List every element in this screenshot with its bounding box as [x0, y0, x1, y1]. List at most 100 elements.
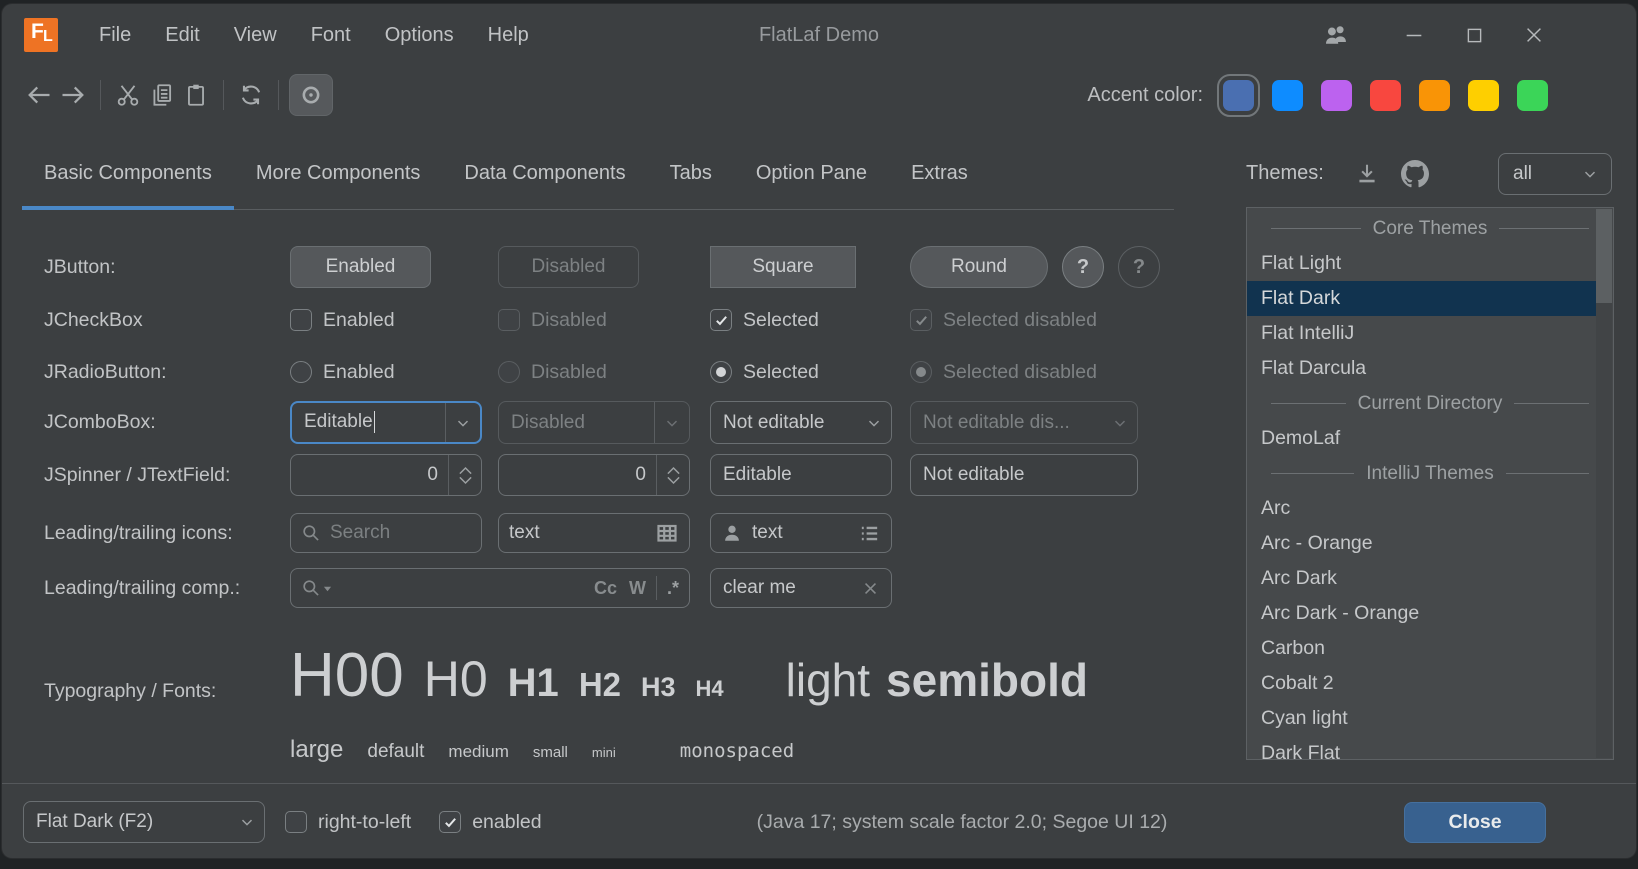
checkbox-selected[interactable]: Selected	[710, 303, 819, 337]
app-window: FL File Edit View Font Options Help Flat…	[2, 4, 1636, 858]
search-with-options-field[interactable]: Cc W .*	[290, 568, 690, 608]
themes-list[interactable]: Core Themes Flat Light Flat Dark Flat In…	[1246, 207, 1614, 760]
refresh-icon[interactable]	[234, 78, 268, 112]
tab-basic-components[interactable]: Basic Components	[22, 138, 234, 209]
github-icon[interactable]	[1398, 157, 1432, 191]
disabled-combobox: Disabled	[498, 401, 690, 444]
accent-swatch-blue[interactable]	[1272, 80, 1303, 111]
accent-swatch-red[interactable]	[1370, 80, 1401, 111]
list-icon[interactable]	[858, 522, 881, 545]
theme-cobalt-2[interactable]: Cobalt 2	[1247, 666, 1613, 701]
editable-combobox[interactable]: Editable	[290, 401, 482, 444]
not-editable-combobox[interactable]: Not editable	[710, 401, 892, 444]
theme-dark-flat[interactable]: Dark Flat	[1247, 736, 1613, 760]
accent-swatch-default[interactable]	[1223, 80, 1254, 111]
menu-help[interactable]: Help	[471, 4, 546, 66]
chevron-down-icon[interactable]	[857, 414, 891, 432]
users-icon[interactable]	[1306, 4, 1366, 66]
toolbar-separator	[223, 80, 224, 110]
back-icon[interactable]	[22, 78, 56, 112]
search-dropdown-icon[interactable]	[301, 578, 332, 598]
theme-demolaf[interactable]: DemoLaf	[1247, 421, 1613, 456]
laf-combobox[interactable]: Flat Dark (F2)	[23, 801, 265, 843]
help-button[interactable]: ?	[1062, 246, 1104, 288]
theme-flat-darcula[interactable]: Flat Darcula	[1247, 351, 1613, 386]
spinner-1[interactable]: 0	[290, 454, 482, 496]
menu-view[interactable]: View	[217, 4, 294, 66]
minimize-button[interactable]	[1384, 4, 1444, 66]
themes-scrollbar[interactable]	[1596, 209, 1612, 758]
theme-flat-light[interactable]: Flat Light	[1247, 246, 1613, 281]
maximize-button[interactable]	[1444, 4, 1504, 66]
editable-textfield[interactable]: Editable	[710, 454, 892, 496]
user-icon	[721, 522, 743, 544]
theme-arc-dark[interactable]: Arc Dark	[1247, 561, 1613, 596]
tab-extras[interactable]: Extras	[889, 138, 990, 209]
size-small: small	[533, 744, 568, 761]
close-window-button[interactable]	[1504, 4, 1564, 66]
not-editable-textfield[interactable]: Not editable	[910, 454, 1138, 496]
close-button[interactable]: Close	[1404, 802, 1546, 843]
checkbox-enabled[interactable]: Enabled	[290, 303, 395, 337]
spinner-2[interactable]: 0	[498, 454, 690, 496]
tab-option-pane[interactable]: Option Pane	[734, 138, 889, 209]
themes-filter-combobox[interactable]: all	[1498, 153, 1612, 195]
theme-arc-dark-orange[interactable]: Arc Dark - Orange	[1247, 596, 1613, 631]
search-field[interactable]: Search	[290, 513, 482, 553]
square-button[interactable]: Square	[710, 246, 856, 288]
enabled-checkbox[interactable]: enabled	[439, 811, 541, 834]
accent-swatch-purple[interactable]	[1321, 80, 1352, 111]
tab-data-components[interactable]: Data Components	[442, 138, 647, 209]
search-icon	[301, 523, 321, 543]
theme-flat-intellij[interactable]: Flat IntelliJ	[1247, 316, 1613, 351]
enabled-button[interactable]: Enabled	[290, 246, 431, 288]
menu-file[interactable]: File	[82, 4, 148, 66]
size-mini: mini	[592, 745, 616, 760]
theme-cyan-light[interactable]: Cyan light	[1247, 701, 1613, 736]
regex-button[interactable]: .*	[667, 578, 679, 599]
clearable-textfield[interactable]: clear me	[710, 568, 892, 608]
tab-tabs[interactable]: Tabs	[648, 138, 734, 209]
menu-options[interactable]: Options	[368, 4, 471, 66]
spinner-value[interactable]: 0	[499, 464, 656, 486]
cut-icon[interactable]	[111, 78, 145, 112]
match-case-button[interactable]: Cc	[594, 578, 617, 599]
whole-word-button[interactable]: W	[629, 578, 646, 599]
round-button[interactable]: Round	[910, 246, 1048, 288]
clear-icon[interactable]	[862, 580, 879, 597]
radio-enabled[interactable]: Enabled	[290, 355, 395, 389]
themes-header: Themes: all	[1246, 138, 1612, 209]
checkbox-box-checked[interactable]	[710, 309, 732, 331]
radio-selected[interactable]: Selected	[710, 355, 819, 389]
chevron-down-icon[interactable]	[446, 414, 480, 432]
spinner-value[interactable]: 0	[291, 464, 448, 486]
table-icon[interactable]	[655, 521, 679, 545]
radio-circle-selected[interactable]	[710, 361, 732, 383]
rtl-checkbox[interactable]: right-to-left	[285, 811, 411, 834]
scrollbar-thumb[interactable]	[1596, 209, 1612, 303]
download-icon[interactable]	[1350, 157, 1384, 191]
show-hidden-eye-icon[interactable]	[289, 74, 333, 116]
textfield-trailing-table[interactable]: text	[498, 513, 690, 553]
not-editable-disabled-combobox: Not editable dis...	[910, 401, 1138, 444]
chevron-down-icon[interactable]	[230, 813, 264, 831]
checkbox-box[interactable]	[285, 811, 307, 833]
copy-icon[interactable]	[145, 78, 179, 112]
theme-arc[interactable]: Arc	[1247, 491, 1613, 526]
menu-font[interactable]: Font	[294, 4, 368, 66]
accent-swatch-green[interactable]	[1517, 80, 1548, 111]
theme-arc-orange[interactable]: Arc - Orange	[1247, 526, 1613, 561]
theme-carbon[interactable]: Carbon	[1247, 631, 1613, 666]
accent-color-label: Accent color:	[1087, 84, 1203, 107]
paste-icon[interactable]	[179, 78, 213, 112]
accent-swatch-orange[interactable]	[1419, 80, 1450, 111]
checkbox-box[interactable]	[290, 309, 312, 331]
accent-swatch-yellow[interactable]	[1468, 80, 1499, 111]
theme-flat-dark[interactable]: Flat Dark	[1247, 281, 1596, 316]
textfield-leading-user[interactable]: text	[710, 513, 892, 553]
checkbox-box-checked[interactable]	[439, 811, 461, 833]
tab-more-components[interactable]: More Components	[234, 138, 443, 209]
radio-circle[interactable]	[290, 361, 312, 383]
menu-edit[interactable]: Edit	[148, 4, 216, 66]
forward-icon[interactable]	[56, 78, 90, 112]
